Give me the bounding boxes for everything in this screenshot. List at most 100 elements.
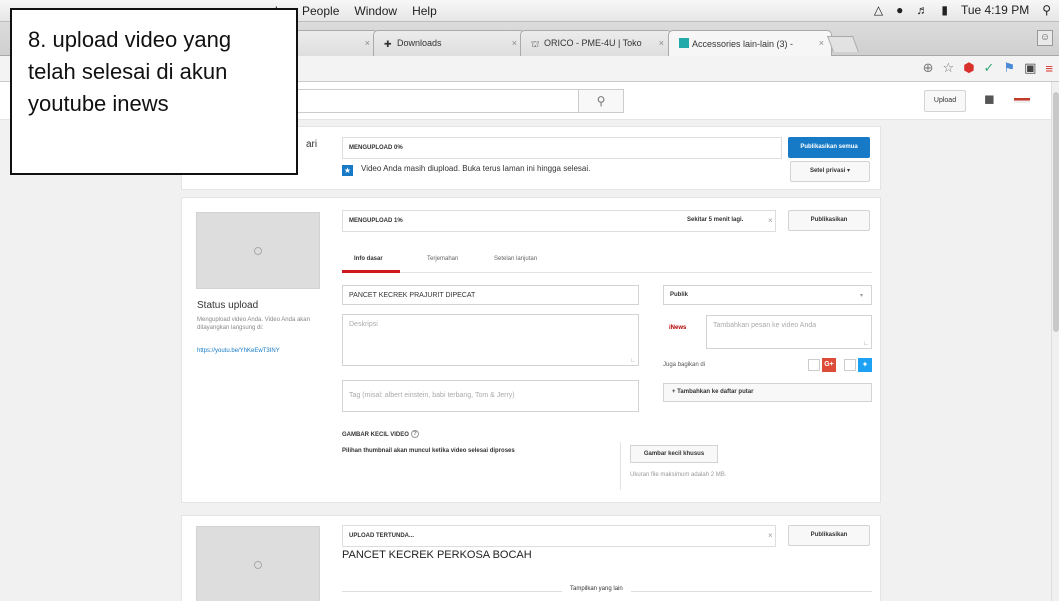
close-icon[interactable]: × (365, 38, 370, 48)
instruction-text: 8. upload video yang telah selesai di ak… (28, 27, 232, 116)
tab-label: Downloads (397, 38, 442, 48)
video-thumbnail (196, 526, 320, 601)
upload-info-message: ★ Video Anda masih diupload. Buka terus l… (342, 164, 590, 176)
site-icon (679, 38, 689, 48)
pending-video-title: PANCET KECREK PERKOSA BOCAH (342, 549, 532, 561)
spotlight-search-icon[interactable]: ⚲ (1042, 3, 1051, 17)
summary-progress: MENGUPLOAD 0% (342, 137, 782, 159)
search-icon: ⚲ (596, 94, 606, 108)
upload-button[interactable]: Upload (924, 90, 966, 112)
star-icon: ★ (342, 165, 353, 176)
tab-label: Accessories lain-lain (3) - (692, 39, 794, 49)
share-twitter-checkbox[interactable] (844, 359, 856, 371)
cart-icon: ⛫ (531, 39, 540, 49)
pending-upload-panel: UPLOAD TERTUNDA... × Publikasikan PANCET… (181, 515, 881, 601)
battery-icon[interactable]: ▮ (941, 3, 948, 17)
tab-accessories[interactable]: Accessories lain-lain (3) - × (668, 30, 832, 56)
active-tab-indicator (342, 270, 400, 273)
visibility-value: Publik (670, 292, 689, 298)
publish-button[interactable]: Publikasikan (788, 210, 870, 231)
menu-extras: △ ● ♬ ▮ Tue 4:19 PM ⚲ (874, 3, 1051, 17)
thumbnail-title-text: GAMBAR KECIL VIDEO (342, 432, 409, 438)
zoom-icon[interactable]: ⊕ (923, 60, 934, 76)
tab-basic-info[interactable]: Info dasar (354, 256, 383, 262)
publish-all-button[interactable]: Publikasikan semua (788, 137, 870, 158)
bell-icon[interactable]: ◼ (984, 91, 995, 107)
cancel-upload-icon[interactable]: × (768, 216, 773, 225)
menu-people[interactable]: People (302, 4, 339, 18)
title-input[interactable]: PANCET KECREK PRAJURIT DIPECAT (342, 285, 639, 305)
status-title: Status upload (197, 300, 259, 311)
bookmark-star-icon[interactable]: ☆ (943, 60, 955, 76)
close-icon[interactable]: × (659, 38, 664, 48)
menu-list: ks People Window Help (275, 4, 437, 18)
drive-icon[interactable]: △ (874, 3, 883, 17)
scrollbar-thumb[interactable] (1053, 92, 1059, 332)
video-upload-panel: Status upload Mengupload video Anda. Vid… (181, 197, 881, 503)
tab-advanced-settings[interactable]: Setelan lanjutan (494, 256, 537, 262)
volume-icon[interactable]: ♬ (916, 3, 928, 17)
description-placeholder: Deskripsi (349, 321, 378, 328)
new-tab-button[interactable] (827, 36, 859, 52)
custom-thumbnail-button[interactable]: Gambar kecil khusus (630, 445, 718, 463)
loading-spinner-icon (254, 561, 262, 569)
time-remaining: Sekitar 5 menit lagi. (687, 217, 744, 223)
resize-handle-icon[interactable]: ∟ (863, 341, 869, 347)
toolbar-icons: ⊕ ☆ ⬢ ✓ ⚑ ▣ ≡ (923, 60, 1053, 76)
clock[interactable]: Tue 4:19 PM (961, 3, 1029, 17)
tab-orico[interactable]: ⛫ ORICO - PME-4U | Toko × (520, 30, 672, 56)
share-gplus-checkbox[interactable] (808, 359, 820, 371)
extension-check-icon[interactable]: ✓ (984, 60, 995, 76)
instruction-callout: 8. upload video yang telah selesai di ak… (10, 8, 298, 175)
file-size-note: Ukuran file maksimum adalah 2 MB. (630, 472, 727, 478)
profile-icon[interactable]: ☺ (1037, 30, 1053, 46)
search-input[interactable] (280, 89, 618, 113)
page-scrollbar[interactable] (1051, 82, 1059, 601)
publish-button[interactable]: Publikasikan (788, 525, 870, 546)
help-icon[interactable]: ? (410, 430, 419, 438)
resize-handle-icon[interactable]: ∟ (630, 358, 636, 364)
video-thumbnail (196, 212, 320, 289)
extension-flag-icon[interactable]: ⚑ (1003, 60, 1015, 76)
tab-downloads[interactable]: ✚ Downloads × (373, 30, 525, 56)
thumbnail-section-title: GAMBAR KECIL VIDEO? (342, 430, 419, 438)
menu-window[interactable]: Window (354, 4, 397, 18)
video-link[interactable]: https://youtu.be/YhKeEwT3INY (197, 348, 280, 354)
status-text: Mengupload video Anda. Video Anda akan d… (197, 317, 310, 331)
gplus-icon[interactable]: G+ (822, 358, 836, 372)
tab-label: ORICO - PME-4U | Toko (544, 38, 642, 48)
loading-spinner-icon (254, 247, 262, 255)
close-icon[interactable]: × (819, 38, 824, 48)
thumbnail-description: Pilihan thumbnail akan muncul ketika vid… (342, 448, 515, 454)
channel-logo: iNews (669, 325, 687, 331)
privacy-settings-button[interactable]: Setel privasi ▾ (790, 161, 870, 182)
share-message-input[interactable]: Tambahkan pesan ke video Anda ∟ (706, 315, 872, 349)
privacy-label: Setel privasi (809, 168, 846, 174)
share-message-placeholder: Tambahkan pesan ke video Anda (713, 322, 817, 329)
adblock-icon[interactable]: ⬢ (963, 60, 974, 76)
download-icon: ✚ (384, 39, 392, 49)
tags-input[interactable]: Tag (misal: albert einstein, babi terban… (342, 380, 639, 412)
cancel-upload-icon[interactable]: × (768, 531, 773, 540)
share-label: Juga bagikan di (663, 362, 706, 368)
menu-help[interactable]: Help (412, 4, 437, 18)
summary-heading: ari (306, 139, 318, 150)
avatar[interactable] (1014, 98, 1030, 103)
vertical-divider (620, 442, 621, 490)
description-input[interactable]: Deskripsi ∟ (342, 314, 639, 366)
message-text: Video Anda masih diupload. Buka terus la… (361, 164, 591, 173)
extension-cube-icon[interactable]: ▣ (1024, 60, 1036, 76)
menu-icon[interactable]: ≡ (1045, 61, 1053, 76)
add-to-playlist-button[interactable]: + Tambahkan ke daftar putar (663, 383, 872, 402)
search-button[interactable]: ⚲ (578, 89, 624, 113)
tab-translations[interactable]: Terjemahan (427, 256, 458, 262)
chevron-down-icon: ▾ (847, 168, 851, 174)
chevron-down-icon: ▾ (859, 293, 863, 299)
visibility-select[interactable]: Publik ▾ (663, 285, 872, 305)
tabs-divider (342, 272, 872, 273)
twitter-icon[interactable]: ✦ (858, 358, 872, 372)
show-more-link[interactable]: Tampilkan yang lain (562, 586, 631, 592)
wifi-icon[interactable]: ● (896, 3, 903, 17)
pending-progress: UPLOAD TERTUNDA... (342, 525, 776, 547)
close-icon[interactable]: × (512, 38, 517, 48)
